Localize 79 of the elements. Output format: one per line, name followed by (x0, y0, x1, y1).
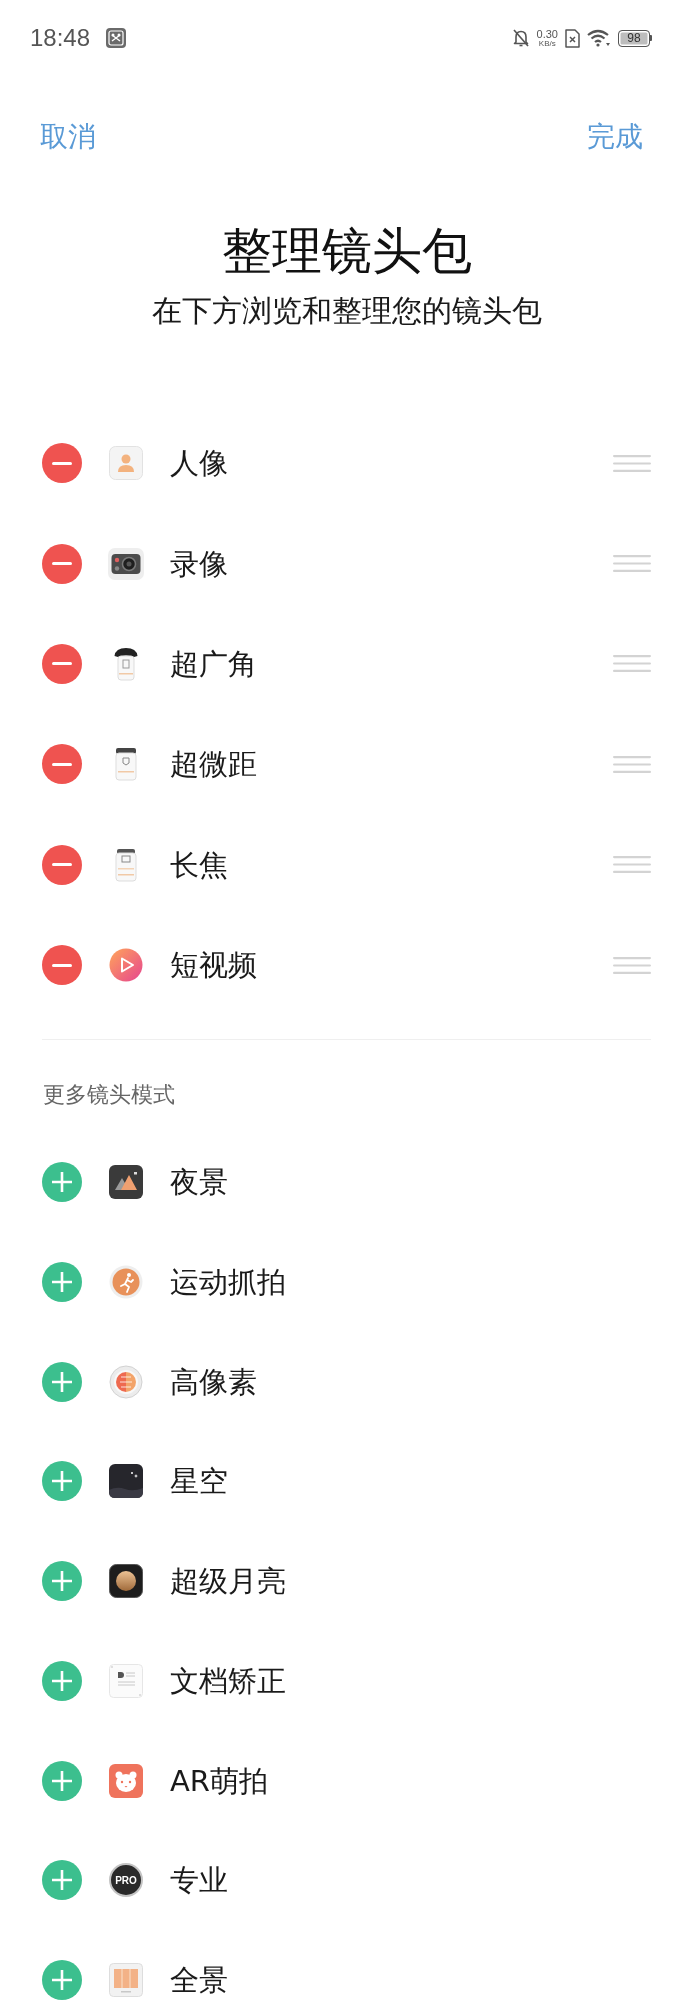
mode-label: 超级月亮 (170, 1563, 286, 1601)
drag-handle-icon[interactable] (613, 755, 651, 773)
add-button[interactable] (42, 1860, 82, 1901)
plus-icon (52, 1571, 72, 1592)
plus-icon (52, 1172, 72, 1193)
moon-icon (109, 1564, 143, 1599)
sim-card-icon (565, 28, 580, 48)
network-speed-unit: KB/s (538, 39, 556, 48)
remove-button[interactable] (42, 543, 82, 584)
minus-icon (52, 562, 72, 566)
add-button[interactable] (42, 1461, 82, 1502)
mode-label: 夜景 (170, 1164, 228, 1202)
camera-lens-icon (114, 747, 138, 782)
cancel-button[interactable]: 取消 (40, 118, 96, 156)
pixel-lens-icon (109, 1364, 143, 1399)
minus-icon (52, 963, 72, 967)
mode-label: 运动抓拍 (170, 1263, 286, 1301)
mode-label: 长焦 (170, 846, 228, 884)
portrait-icon (109, 446, 143, 481)
remove-button[interactable] (42, 443, 82, 484)
plus-icon (52, 1670, 72, 1691)
add-button[interactable] (42, 1361, 82, 1402)
remove-button[interactable] (42, 744, 82, 785)
animal-face-icon (109, 1763, 143, 1798)
plus-icon (52, 1471, 72, 1492)
add-button[interactable] (42, 1561, 82, 1602)
minus-icon (52, 863, 72, 867)
drag-handle-icon[interactable] (613, 856, 651, 874)
drag-handle-icon[interactable] (613, 454, 651, 472)
add-button[interactable] (42, 1960, 82, 2000)
network-speed-value: 0.30 (536, 28, 558, 40)
mode-label: 超微距 (170, 746, 257, 784)
plus-icon (52, 1970, 72, 1991)
mode-label: 录像 (170, 545, 228, 583)
page-subtitle: 在下方浏览和整理您的镜头包 (151, 292, 542, 330)
bell-muted-icon (511, 28, 530, 48)
mode-label: 超广角 (170, 645, 257, 683)
wifi-icon (587, 29, 611, 47)
remove-button[interactable] (42, 945, 82, 986)
pro-badge-icon: PRO (109, 1863, 143, 1898)
starry-sky-icon (109, 1464, 143, 1499)
document-icon (109, 1663, 143, 1698)
mountain-icon (109, 1165, 143, 1200)
plus-icon (52, 1371, 72, 1392)
camera-lens-icon (114, 847, 138, 882)
mode-label: 文档矫正 (170, 1662, 286, 1700)
mode-label: 星空 (170, 1463, 228, 1501)
battery-indicator: 98 (618, 29, 652, 47)
plus-icon (52, 1770, 72, 1791)
mode-label: 专业 (170, 1862, 228, 1900)
add-button[interactable] (42, 1261, 82, 1302)
minus-icon (52, 762, 72, 766)
play-circle-icon (109, 948, 143, 983)
mode-label: AR萌拍 (170, 1762, 268, 1800)
remove-button[interactable] (42, 643, 82, 684)
running-figure-icon (109, 1264, 143, 1299)
add-button[interactable] (42, 1162, 82, 1203)
mode-label: 短视频 (170, 947, 257, 985)
camera-lens-icon (113, 646, 139, 681)
section-heading: 更多镜头模式 (43, 1081, 175, 1110)
mode-label: 高像素 (170, 1363, 257, 1401)
add-button[interactable] (42, 1660, 82, 1701)
plus-icon (52, 1870, 72, 1891)
panorama-icon (109, 1963, 143, 1998)
app-notification-icon (106, 28, 127, 48)
video-camera-icon (108, 547, 144, 580)
remove-button[interactable] (42, 844, 82, 885)
status-time: 18:48 (30, 24, 91, 52)
add-button[interactable] (42, 1760, 82, 1801)
drag-handle-icon[interactable] (613, 956, 651, 974)
mode-label: 人像 (170, 445, 228, 483)
drag-handle-icon[interactable] (613, 655, 651, 673)
drag-handle-icon[interactable] (613, 555, 651, 573)
minus-icon (52, 662, 72, 666)
mode-label: 全景 (170, 1962, 228, 2000)
done-button[interactable]: 完成 (587, 118, 643, 156)
plus-icon (52, 1271, 72, 1292)
page-title: 整理镜头包 (221, 221, 472, 281)
minus-icon (52, 461, 72, 465)
